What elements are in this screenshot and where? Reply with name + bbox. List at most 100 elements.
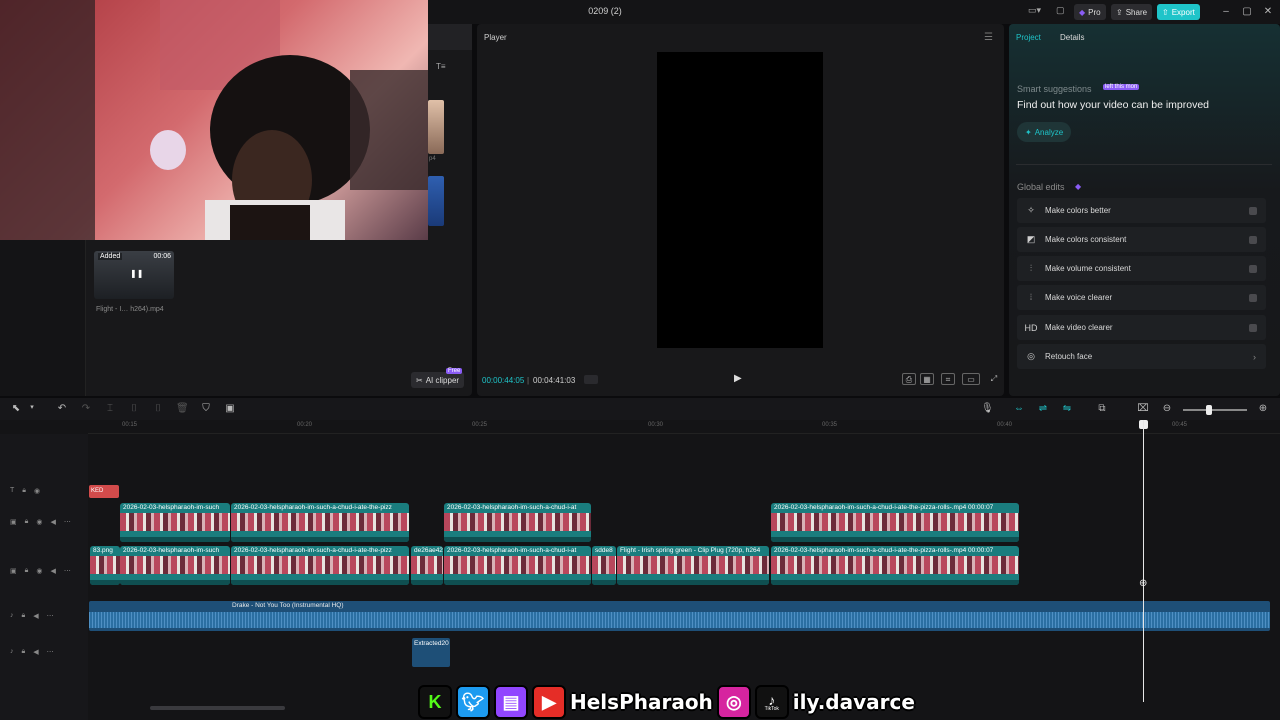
delete-icon[interactable]: 🗑 <box>176 403 189 414</box>
more-icon[interactable]: ⋯ <box>47 648 54 656</box>
timeline-clip[interactable]: 2026-02-03-helspharaoh-im-such-a-chud-i-… <box>444 546 591 585</box>
total-time: 00:04:41:03 <box>533 376 576 385</box>
pro-button[interactable]: ◆ Pro <box>1074 4 1106 20</box>
timeline-scrollbar[interactable] <box>150 706 285 710</box>
speaker-icon[interactable]: ◀︎ <box>50 567 55 575</box>
select-tool-icon[interactable]: ⬉ <box>10 403 22 414</box>
timeline-clip[interactable]: 2026-02-03-helspharaoh-im-such <box>120 546 230 585</box>
zoom-slider[interactable] <box>1183 409 1247 411</box>
quality-icon[interactable]: ▦ <box>920 373 934 385</box>
minimize-icon[interactable]: – <box>1219 5 1233 19</box>
extracted-audio-clip[interactable]: Extracted20 <box>412 638 450 667</box>
text-track-icon: T <box>10 487 15 494</box>
shield-icon[interactable]: ⛉ <box>200 403 212 414</box>
undo-icon[interactable]: ↶ <box>56 403 68 414</box>
twitter-icon: 🐦︎ <box>456 685 490 719</box>
media-replace-icon[interactable]: ▣ <box>224 403 236 414</box>
ai-clipper-button[interactable]: ✂ AI clipper <box>411 372 465 388</box>
share-button[interactable]: ⇪ Share <box>1111 4 1153 20</box>
eye-icon[interactable]: ◉ <box>36 567 42 575</box>
global-edit-make-colors-consistent[interactable]: ◩ Make colors consistent <box>1017 227 1266 252</box>
linkage-icon[interactable]: ⇋ <box>1061 403 1073 414</box>
toggle-switch[interactable] <box>1249 206 1257 215</box>
more-icon[interactable]: ⋯ <box>64 567 71 575</box>
close-icon[interactable]: ✕ <box>1261 5 1275 19</box>
timeline-clip[interactable]: 2026-02-03-helspharaoh-im-such-a-chud-i-… <box>771 503 1019 542</box>
video-track-icon: ▣ <box>10 519 17 526</box>
fullscreen-icon[interactable]: ⤢ <box>987 373 1001 385</box>
global-edit-make-volume-consistent[interactable]: ⫶ Make volume consistent <box>1017 256 1266 281</box>
aspect-ratio-icon[interactable]: ▭ <box>962 373 980 385</box>
magnet-icon[interactable]: ⇌ <box>1037 403 1049 414</box>
more-icon[interactable]: ⋯ <box>47 612 54 620</box>
split-right-icon[interactable]: ⌷ <box>152 403 164 414</box>
preview-axis-icon[interactable]: ⧉ <box>1096 403 1108 414</box>
timeline-clip[interactable]: sdde8 <box>592 546 616 585</box>
chevron-down-icon[interactable]: ▾ <box>26 403 38 411</box>
eye-icon[interactable]: ◉ <box>34 487 40 495</box>
global-edit-make-video-clearer[interactable]: HD Make video clearer <box>1017 315 1266 340</box>
redo-icon[interactable]: ↷ <box>80 403 92 414</box>
split-left-icon[interactable]: ⌷ <box>128 403 140 414</box>
speaker-icon[interactable]: ◀︎ <box>33 648 38 656</box>
timeline-ruler[interactable] <box>88 420 1280 434</box>
microphone-icon[interactable]: 🎙 <box>981 403 994 414</box>
toggle-switch[interactable] <box>1249 264 1257 273</box>
link-main-track-icon[interactable]: ⇔ <box>1013 403 1025 414</box>
lock-icon[interactable]: 🔒︎ <box>22 648 26 656</box>
sort-icon[interactable]: T≡ <box>436 62 446 71</box>
export-button[interactable]: ⇧ Export <box>1157 4 1200 20</box>
global-edit-make-colors-better[interactable]: ✧ Make colors better <box>1017 198 1266 223</box>
global-edit-make-voice-clearer[interactable]: ⦙ Make voice clearer <box>1017 285 1266 310</box>
timeline-clip[interactable]: de26ae42 <box>411 546 443 585</box>
zoom-out-icon[interactable]: ⊖ <box>1161 403 1173 414</box>
chevron-right-icon[interactable]: › <box>1253 352 1256 362</box>
lock-icon[interactable]: 🔒︎ <box>25 518 29 526</box>
clip-thumbnails <box>120 513 230 531</box>
media-thumbnail[interactable]: Added 00:06 ❚❚ <box>94 251 174 299</box>
play-icon[interactable]: ▶ <box>734 373 746 385</box>
zoom-slider-handle[interactable] <box>1206 405 1212 415</box>
diamond-icon: ◆ <box>1075 182 1082 191</box>
clip-thumbnails <box>444 556 591 574</box>
toggle-switch[interactable] <box>1249 235 1257 244</box>
speaker-icon[interactable]: ◀︎ <box>33 612 38 620</box>
tab-details[interactable]: Details <box>1060 33 1084 42</box>
capture-icon[interactable]: ⎙ <box>902 373 916 385</box>
timeline-clip[interactable]: Flight - Irish spring green - Clip Plug … <box>617 546 769 585</box>
global-edit-retouch-face[interactable]: ◎ Retouch face › <box>1017 344 1266 369</box>
lock-icon[interactable]: 🔒︎ <box>25 567 29 575</box>
analyze-button[interactable]: ✦ Analyze <box>1017 122 1072 142</box>
lock-icon[interactable]: 🔒︎ <box>22 487 26 495</box>
video-preview[interactable] <box>657 52 823 348</box>
clip-thumbnails <box>617 556 769 574</box>
text-clip[interactable]: KED <box>89 485 119 498</box>
toggle-switch[interactable] <box>1249 323 1257 332</box>
timecode-toggle-icon[interactable] <box>584 375 598 384</box>
timeline-clip[interactable]: 2026-02-03-helspharaoh-im-such <box>120 503 230 542</box>
tab-project[interactable]: Project <box>1016 33 1041 42</box>
timeline-clip[interactable]: 2026-02-03-helspharaoh-im-such-a-chud-i-… <box>444 503 591 542</box>
lock-icon[interactable]: 🔒︎ <box>22 612 26 620</box>
tiktok-icon: ♪ TikTok <box>754 685 789 719</box>
menu-icon[interactable]: ☰ <box>984 32 993 43</box>
clip-title: de26ae42 <box>414 547 443 554</box>
timeline-clip[interactable]: 2026-02-03-helspharaoh-im-such-a-chud-i-… <box>231 546 409 585</box>
zoom-in-icon[interactable]: ⊕ <box>1257 403 1269 414</box>
speaker-icon[interactable]: ◀︎ <box>50 518 55 526</box>
media-side-thumbnail[interactable] <box>428 100 444 154</box>
fit-timeline-icon[interactable]: ⌧ <box>1137 403 1149 414</box>
playhead[interactable] <box>1143 420 1144 702</box>
more-icon[interactable]: ⋯ <box>64 518 71 526</box>
eye-icon[interactable]: ◉ <box>36 518 42 526</box>
timeline-clip[interactable]: 2026-02-03-helspharaoh-im-such-a-chud-i-… <box>231 503 409 542</box>
layout-icon[interactable]: ▭▾ <box>1028 5 1050 16</box>
media-side-thumbnail-2[interactable] <box>428 176 444 226</box>
timeline-clip[interactable]: 83.png <box>90 546 120 585</box>
split-icon[interactable]: ⌶ <box>104 403 116 414</box>
crop-icon[interactable]: ⌗ <box>941 373 955 385</box>
timeline-clip[interactable]: 2026-02-03-helspharaoh-im-such-a-chud-i-… <box>771 546 1019 585</box>
maximize-icon[interactable]: ▢ <box>1240 5 1254 19</box>
toggle-switch[interactable] <box>1249 293 1257 302</box>
display-icon[interactable]: ▢ <box>1056 5 1068 16</box>
